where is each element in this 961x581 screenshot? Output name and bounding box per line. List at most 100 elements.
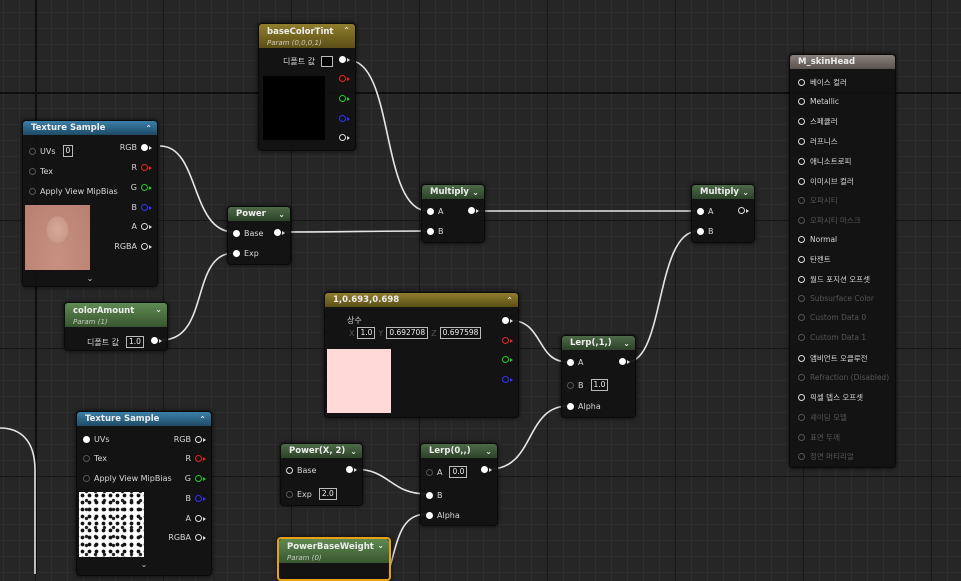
uvs-pin[interactable]: UVs 0: [29, 145, 74, 157]
material-input-pin[interactable]: 월드 포지션 오프셋: [798, 274, 870, 285]
output-pin[interactable]: [738, 207, 749, 214]
base-pin[interactable]: Base: [286, 466, 320, 475]
node-header[interactable]: Lerp(,1,) ⌄: [562, 336, 635, 350]
node-header[interactable]: PowerBaseWeight Param (0) ⌄: [279, 539, 389, 563]
uvs-value[interactable]: 0: [62, 145, 74, 157]
color-swatch[interactable]: [320, 56, 333, 67]
a-pin[interactable]: A: [567, 358, 587, 367]
output-pin-g[interactable]: G: [127, 183, 152, 192]
collapse-icon[interactable]: ⌄: [623, 337, 630, 351]
power-node[interactable]: Power(X, 2) ⌄ Base Exp 2.0: [280, 443, 363, 506]
mip-bias-pin[interactable]: Apply View MipBias: [83, 474, 176, 483]
collapse-icon[interactable]: ⌄: [377, 540, 384, 552]
node-header[interactable]: M_skinHead: [790, 55, 895, 69]
color-amount-node[interactable]: colorAmount Param (1) ⌄ 디폴트 값 1.0: [64, 302, 168, 351]
node-header[interactable]: baseColorTint Param (0,0,0,1) ⌃: [259, 24, 355, 48]
texture-sample-node[interactable]: Texture Sample ⌃ UVs Tex Apply View MipBi…: [76, 411, 212, 576]
constant3-vector-node[interactable]: 1,0.693,0.698 ⌃ 상수 X 1.0 Y 0.692708 Z 0.6975…: [324, 292, 519, 418]
collapse-icon[interactable]: ⌄: [350, 445, 357, 459]
output-pin-g[interactable]: G: [181, 474, 206, 483]
output-pin-r[interactable]: [339, 75, 350, 82]
material-input-pin[interactable]: 이미시브 컬러: [798, 176, 854, 187]
texture-sample-node[interactable]: Texture Sample ⌃ UVs 0 Tex Apply View MipB…: [22, 120, 158, 287]
collapse-icon[interactable]: ⌃: [199, 413, 206, 427]
node-header[interactable]: Texture Sample ⌃: [77, 412, 211, 426]
tex-pin[interactable]: Tex: [29, 167, 57, 176]
node-header[interactable]: Power(X, 2) ⌄: [281, 444, 362, 458]
output-pin-r[interactable]: [502, 337, 513, 344]
output-pin-b[interactable]: B: [182, 494, 206, 503]
b-pin[interactable]: B: [427, 227, 448, 236]
base-color-tint-node[interactable]: baseColorTint Param (0,0,0,1) ⌃ 디폴트 값: [258, 23, 356, 151]
output-pin-g[interactable]: [502, 356, 513, 363]
output-pin[interactable]: [274, 229, 285, 236]
output-pin[interactable]: [468, 207, 479, 214]
lerp-node[interactable]: Lerp(0,,) ⌄ A 0.0 B Alpha: [420, 443, 498, 526]
collapse-icon[interactable]: ⌄: [278, 208, 285, 222]
multiply-node[interactable]: Multiply ⌄ A B: [691, 184, 755, 243]
collapse-icon[interactable]: ⌃: [343, 25, 350, 37]
b-pin[interactable]: B: [426, 491, 447, 500]
b-value-field[interactable]: 1.0: [590, 379, 609, 391]
collapse-icon[interactable]: ⌄: [155, 304, 162, 316]
output-pin[interactable]: [346, 466, 357, 473]
material-input-pin[interactable]: 애니소트로피: [798, 156, 851, 167]
material-input-pin[interactable]: 픽셀 뎁스 오프셋: [798, 392, 863, 403]
output-pin-rgb[interactable]: RGB: [170, 435, 206, 444]
mip-bias-pin[interactable]: Apply View MipBias: [29, 187, 122, 196]
output-pin-b[interactable]: B: [128, 203, 152, 212]
node-header[interactable]: Multiply ⌄: [422, 185, 484, 199]
output-pin[interactable]: [151, 337, 162, 344]
y-value-field[interactable]: 0.692708: [386, 327, 429, 339]
power-base-weight-node[interactable]: PowerBaseWeight Param (0) ⌄: [277, 537, 391, 581]
a-pin[interactable]: A: [427, 207, 447, 216]
node-header[interactable]: Power ⌄: [228, 207, 290, 221]
exp-pin[interactable]: Exp: [233, 249, 263, 258]
output-pin[interactable]: [619, 358, 630, 365]
material-input-pin[interactable]: Metallic: [798, 97, 839, 106]
uvs-pin[interactable]: UVs: [83, 435, 114, 444]
collapse-icon[interactable]: ⌄: [742, 186, 749, 200]
material-input-pin[interactable]: 러프니스: [798, 136, 838, 147]
collapse-icon[interactable]: ⌃: [145, 122, 152, 136]
material-result-node[interactable]: M_skinHead 베이스 컬러 Metallic 스페큘러러프니스애니소트로피이…: [789, 54, 896, 468]
alpha-pin[interactable]: Alpha: [567, 402, 605, 411]
output-pin[interactable]: [502, 317, 513, 324]
material-input-pin[interactable]: 앰비언트 오클루전: [798, 353, 868, 364]
output-pin-b[interactable]: [339, 115, 350, 122]
material-input-pin[interactable]: 베이스 컬러: [798, 77, 847, 88]
output-pin-a[interactable]: A: [182, 514, 206, 523]
collapse-icon[interactable]: ⌄: [472, 186, 479, 200]
node-header[interactable]: Multiply ⌄: [692, 185, 754, 199]
exp-pin[interactable]: Exp 2.0: [286, 488, 337, 500]
a-pin[interactable]: A 0.0: [426, 466, 468, 478]
exp-value-field[interactable]: 2.0: [318, 488, 337, 500]
a-value-field[interactable]: 0.0: [449, 466, 468, 478]
output-pin-rgb[interactable]: RGB: [116, 143, 152, 152]
output-pin-g[interactable]: [339, 95, 350, 102]
collapse-icon[interactable]: ⌄: [485, 445, 492, 459]
b-pin[interactable]: B 1.0: [567, 379, 609, 391]
chevron-down-icon[interactable]: ⌄: [77, 560, 211, 569]
a-pin[interactable]: A: [697, 207, 717, 216]
alpha-pin[interactable]: Alpha: [426, 511, 464, 520]
output-pin-a[interactable]: [339, 134, 350, 141]
material-input-pin[interactable]: 탄젠트: [798, 254, 831, 265]
node-header[interactable]: Texture Sample ⌃: [23, 121, 157, 135]
output-pin[interactable]: [339, 56, 350, 63]
base-pin[interactable]: Base: [233, 229, 267, 238]
b-pin[interactable]: B: [697, 227, 718, 236]
power-node[interactable]: Power ⌄ Base Exp: [227, 206, 291, 265]
lerp-node[interactable]: Lerp(,1,) ⌄ A B 1.0 Alpha: [561, 335, 636, 418]
output-pin[interactable]: [481, 466, 492, 473]
output-pin-rgba[interactable]: RGBA: [110, 242, 152, 251]
chevron-down-icon[interactable]: ⌄: [23, 274, 157, 283]
multiply-node[interactable]: Multiply ⌄ A B: [421, 184, 485, 243]
collapse-icon[interactable]: ⌃: [506, 294, 513, 308]
material-input-pin[interactable]: 스페큘러: [798, 116, 838, 127]
output-pin-rgba[interactable]: RGBA: [164, 533, 206, 542]
node-header[interactable]: colorAmount Param (1) ⌄: [65, 303, 167, 327]
material-input-pin[interactable]: Normal: [798, 235, 837, 244]
node-header[interactable]: 1,0.693,0.698 ⌃: [325, 293, 518, 307]
output-pin-r[interactable]: R: [127, 163, 152, 172]
